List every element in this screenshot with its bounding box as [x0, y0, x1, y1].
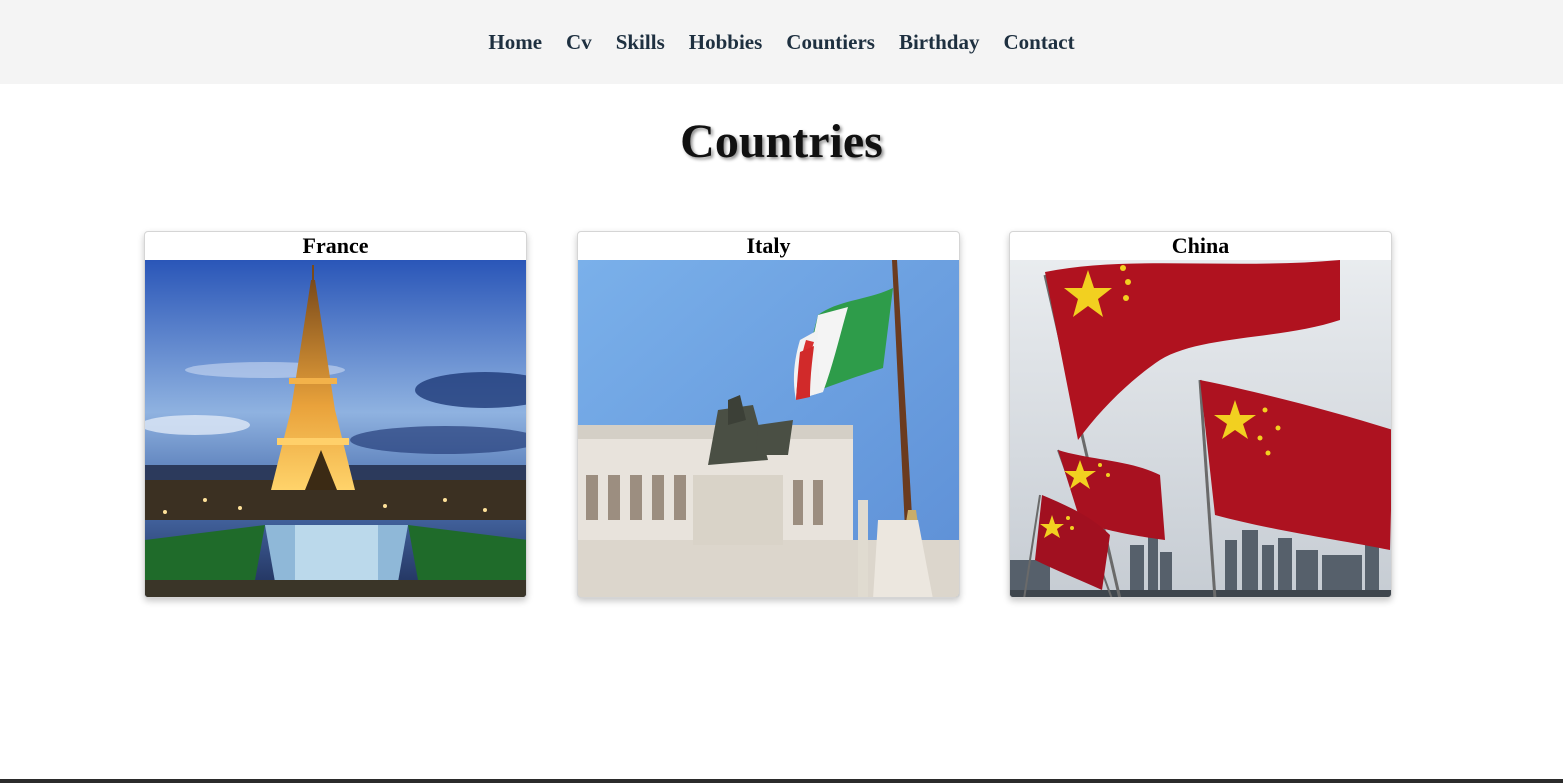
italian-flag-monument-photo — [578, 260, 959, 597]
country-card-france[interactable]: France — [144, 231, 527, 598]
eiffel-tower-photo — [145, 260, 526, 597]
country-card-italy[interactable]: Italy — [577, 231, 960, 598]
nav-link-birthday[interactable]: Birthday — [887, 0, 992, 84]
nav-item-countries: Countiers — [774, 0, 887, 84]
nav-item-hobbies: Hobbies — [677, 0, 775, 84]
nav-item-contact: Contact — [991, 0, 1086, 84]
nav-link-contact[interactable]: Contact — [991, 0, 1086, 84]
nav-item-birthday: Birthday — [887, 0, 992, 84]
nav-item-cv: Cv — [554, 0, 604, 84]
country-card-china[interactable]: China — [1009, 231, 1392, 598]
top-navigation: Home Cv Skills Hobbies Countiers Birthda… — [0, 0, 1563, 84]
card-title-italy: Italy — [746, 233, 791, 258]
card-title-france: France — [302, 233, 369, 258]
nav-link-cv[interactable]: Cv — [554, 0, 604, 84]
card-title-china: China — [1171, 233, 1230, 258]
nav-list: Home Cv Skills Hobbies Countiers Birthda… — [476, 0, 1086, 84]
nav-item-home: Home — [476, 0, 554, 84]
nav-link-countries[interactable]: Countiers — [774, 0, 887, 84]
nav-link-hobbies[interactable]: Hobbies — [677, 0, 775, 84]
page-title: Countries — [680, 115, 883, 168]
nav-item-skills: Skills — [604, 0, 677, 84]
nav-link-home[interactable]: Home — [476, 0, 554, 84]
page-bottom-border — [0, 779, 1563, 783]
chinese-flags-skyline-photo — [1010, 260, 1391, 597]
nav-link-skills[interactable]: Skills — [604, 0, 677, 84]
